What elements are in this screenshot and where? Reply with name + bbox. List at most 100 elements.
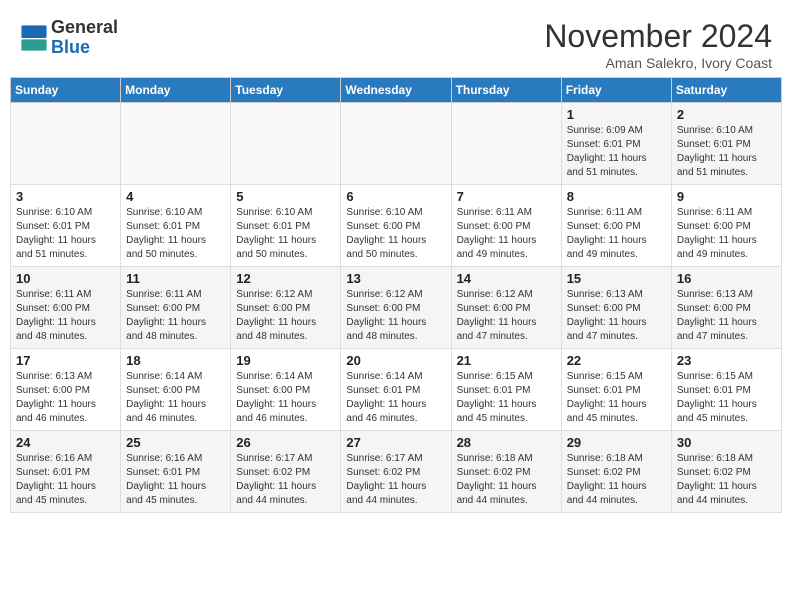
day-info: Sunrise: 6:14 AM Sunset: 6:01 PM Dayligh…: [346, 370, 445, 426]
page-header: General Blue November 2024 Aman Salekro,…: [10, 10, 782, 77]
day-info: Sunrise: 6:17 AM Sunset: 6:02 PM Dayligh…: [346, 452, 445, 508]
calendar-cell: 21Sunrise: 6:15 AM Sunset: 6:01 PM Dayli…: [451, 349, 561, 431]
calendar-header-saturday: Saturday: [671, 78, 781, 103]
day-number: 3: [16, 189, 115, 204]
day-info: Sunrise: 6:17 AM Sunset: 6:02 PM Dayligh…: [236, 452, 335, 508]
calendar-week-1: 1 Sunrise: 6:09 AM Sunset: 6:01 PM Daylig…: [11, 103, 782, 185]
day-info: Sunrise: 6:14 AM Sunset: 6:00 PM Dayligh…: [126, 370, 225, 426]
calendar-cell: [121, 103, 231, 185]
day-info: Sunrise: 6:12 AM Sunset: 6:00 PM Dayligh…: [346, 288, 445, 344]
calendar-cell: [341, 103, 451, 185]
day-number: 10: [16, 271, 115, 286]
calendar-cell: [11, 103, 121, 185]
day-number: 12: [236, 271, 335, 286]
day-number: 4: [126, 189, 225, 204]
day-number: 20: [346, 353, 445, 368]
day-number: 13: [346, 271, 445, 286]
day-number: 27: [346, 435, 445, 450]
calendar-header-friday: Friday: [561, 78, 671, 103]
day-info: Sunrise: 6:12 AM Sunset: 6:00 PM Dayligh…: [236, 288, 335, 344]
day-number: 16: [677, 271, 776, 286]
day-number: 8: [567, 189, 666, 204]
calendar-cell: [231, 103, 341, 185]
day-info: Sunrise: 6:15 AM Sunset: 6:01 PM Dayligh…: [457, 370, 556, 426]
day-number: 15: [567, 271, 666, 286]
calendar-header-row: SundayMondayTuesdayWednesdayThursdayFrid…: [11, 78, 782, 103]
calendar-cell: 17 Sunrise: 6:13 AM Sunset: 6:00 PM Dayli…: [11, 349, 121, 431]
calendar-week-2: 3 Sunrise: 6:10 AM Sunset: 6:01 PM Daylig…: [11, 185, 782, 267]
calendar-cell: [451, 103, 561, 185]
calendar-cell: 20 Sunrise: 6:14 AM Sunset: 6:01 PM Dayli…: [341, 349, 451, 431]
day-info: Sunrise: 6:16 AM Sunset: 6:01 PM Dayligh…: [16, 452, 115, 508]
calendar-cell: 26Sunrise: 6:17 AM Sunset: 6:02 PM Dayli…: [231, 431, 341, 513]
calendar-cell: 1 Sunrise: 6:09 AM Sunset: 6:01 PM Daylig…: [561, 103, 671, 185]
calendar-cell: 4Sunrise: 6:10 AM Sunset: 6:01 PM Daylig…: [121, 185, 231, 267]
title-block: November 2024 Aman Salekro, Ivory Coast: [544, 18, 772, 71]
day-number: 29: [567, 435, 666, 450]
calendar-cell: 6 Sunrise: 6:10 AM Sunset: 6:00 PM Daylig…: [341, 185, 451, 267]
day-info: Sunrise: 6:10 AM Sunset: 6:01 PM Dayligh…: [16, 206, 115, 262]
logo: General Blue: [20, 18, 118, 58]
day-info: Sunrise: 6:16 AM Sunset: 6:01 PM Dayligh…: [126, 452, 225, 508]
calendar-cell: 12 Sunrise: 6:12 AM Sunset: 6:00 PM Dayli…: [231, 267, 341, 349]
day-number: 28: [457, 435, 556, 450]
day-number: 6: [346, 189, 445, 204]
calendar-cell: 3 Sunrise: 6:10 AM Sunset: 6:01 PM Daylig…: [11, 185, 121, 267]
calendar-cell: 22 Sunrise: 6:15 AM Sunset: 6:01 PM Dayli…: [561, 349, 671, 431]
day-info: Sunrise: 6:18 AM Sunset: 6:02 PM Dayligh…: [567, 452, 666, 508]
day-info: Sunrise: 6:11 AM Sunset: 6:00 PM Dayligh…: [457, 206, 556, 262]
day-number: 11: [126, 271, 225, 286]
calendar-cell: 30Sunrise: 6:18 AM Sunset: 6:02 PM Dayli…: [671, 431, 781, 513]
day-info: Sunrise: 6:09 AM Sunset: 6:01 PM Dayligh…: [567, 124, 666, 180]
day-info: Sunrise: 6:15 AM Sunset: 6:01 PM Dayligh…: [677, 370, 776, 426]
day-number: 22: [567, 353, 666, 368]
day-number: 18: [126, 353, 225, 368]
calendar-week-3: 10 Sunrise: 6:11 AM Sunset: 6:00 PM Dayli…: [11, 267, 782, 349]
day-number: 23: [677, 353, 776, 368]
day-info: Sunrise: 6:15 AM Sunset: 6:01 PM Dayligh…: [567, 370, 666, 426]
calendar-table: SundayMondayTuesdayWednesdayThursdayFrid…: [10, 77, 782, 513]
calendar-week-5: 24 Sunrise: 6:16 AM Sunset: 6:01 PM Dayli…: [11, 431, 782, 513]
day-number: 19: [236, 353, 335, 368]
calendar-cell: 18 Sunrise: 6:14 AM Sunset: 6:00 PM Dayli…: [121, 349, 231, 431]
day-info: Sunrise: 6:10 AM Sunset: 6:00 PM Dayligh…: [346, 206, 445, 262]
day-number: 9: [677, 189, 776, 204]
day-info: Sunrise: 6:10 AM Sunset: 6:01 PM Dayligh…: [236, 206, 335, 262]
day-number: 30: [677, 435, 776, 450]
day-info: Sunrise: 6:13 AM Sunset: 6:00 PM Dayligh…: [677, 288, 776, 344]
logo-icon: [20, 24, 48, 52]
calendar-header-sunday: Sunday: [11, 78, 121, 103]
day-number: 7: [457, 189, 556, 204]
day-info: Sunrise: 6:11 AM Sunset: 6:00 PM Dayligh…: [126, 288, 225, 344]
calendar-header-thursday: Thursday: [451, 78, 561, 103]
day-info: Sunrise: 6:11 AM Sunset: 6:00 PM Dayligh…: [567, 206, 666, 262]
day-info: Sunrise: 6:10 AM Sunset: 6:01 PM Dayligh…: [677, 124, 776, 180]
calendar-cell: 9Sunrise: 6:11 AM Sunset: 6:00 PM Daylig…: [671, 185, 781, 267]
logo-text: General Blue: [51, 18, 118, 58]
calendar-header-tuesday: Tuesday: [231, 78, 341, 103]
calendar-cell: 11 Sunrise: 6:11 AM Sunset: 6:00 PM Dayli…: [121, 267, 231, 349]
location-title: Aman Salekro, Ivory Coast: [544, 55, 772, 71]
day-info: Sunrise: 6:14 AM Sunset: 6:00 PM Dayligh…: [236, 370, 335, 426]
calendar-cell: 23 Sunrise: 6:15 AM Sunset: 6:01 PM Dayli…: [671, 349, 781, 431]
calendar-cell: 10 Sunrise: 6:11 AM Sunset: 6:00 PM Dayli…: [11, 267, 121, 349]
calendar-cell: 27 Sunrise: 6:17 AM Sunset: 6:02 PM Dayli…: [341, 431, 451, 513]
day-info: Sunrise: 6:18 AM Sunset: 6:02 PM Dayligh…: [457, 452, 556, 508]
logo-general: General: [51, 18, 118, 38]
day-number: 1: [567, 107, 666, 122]
day-number: 24: [16, 435, 115, 450]
day-number: 14: [457, 271, 556, 286]
calendar-cell: 16 Sunrise: 6:13 AM Sunset: 6:00 PM Dayli…: [671, 267, 781, 349]
calendar-cell: 13 Sunrise: 6:12 AM Sunset: 6:00 PM Dayli…: [341, 267, 451, 349]
day-number: 2: [677, 107, 776, 122]
day-info: Sunrise: 6:12 AM Sunset: 6:00 PM Dayligh…: [457, 288, 556, 344]
calendar-cell: 25Sunrise: 6:16 AM Sunset: 6:01 PM Dayli…: [121, 431, 231, 513]
calendar-cell: 15Sunrise: 6:13 AM Sunset: 6:00 PM Dayli…: [561, 267, 671, 349]
calendar-cell: 19 Sunrise: 6:14 AM Sunset: 6:00 PM Dayli…: [231, 349, 341, 431]
day-number: 17: [16, 353, 115, 368]
calendar-cell: 28 Sunrise: 6:18 AM Sunset: 6:02 PM Dayli…: [451, 431, 561, 513]
logo-blue: Blue: [51, 38, 118, 58]
day-info: Sunrise: 6:11 AM Sunset: 6:00 PM Dayligh…: [16, 288, 115, 344]
day-info: Sunrise: 6:13 AM Sunset: 6:00 PM Dayligh…: [16, 370, 115, 426]
calendar-week-4: 17 Sunrise: 6:13 AM Sunset: 6:00 PM Dayli…: [11, 349, 782, 431]
